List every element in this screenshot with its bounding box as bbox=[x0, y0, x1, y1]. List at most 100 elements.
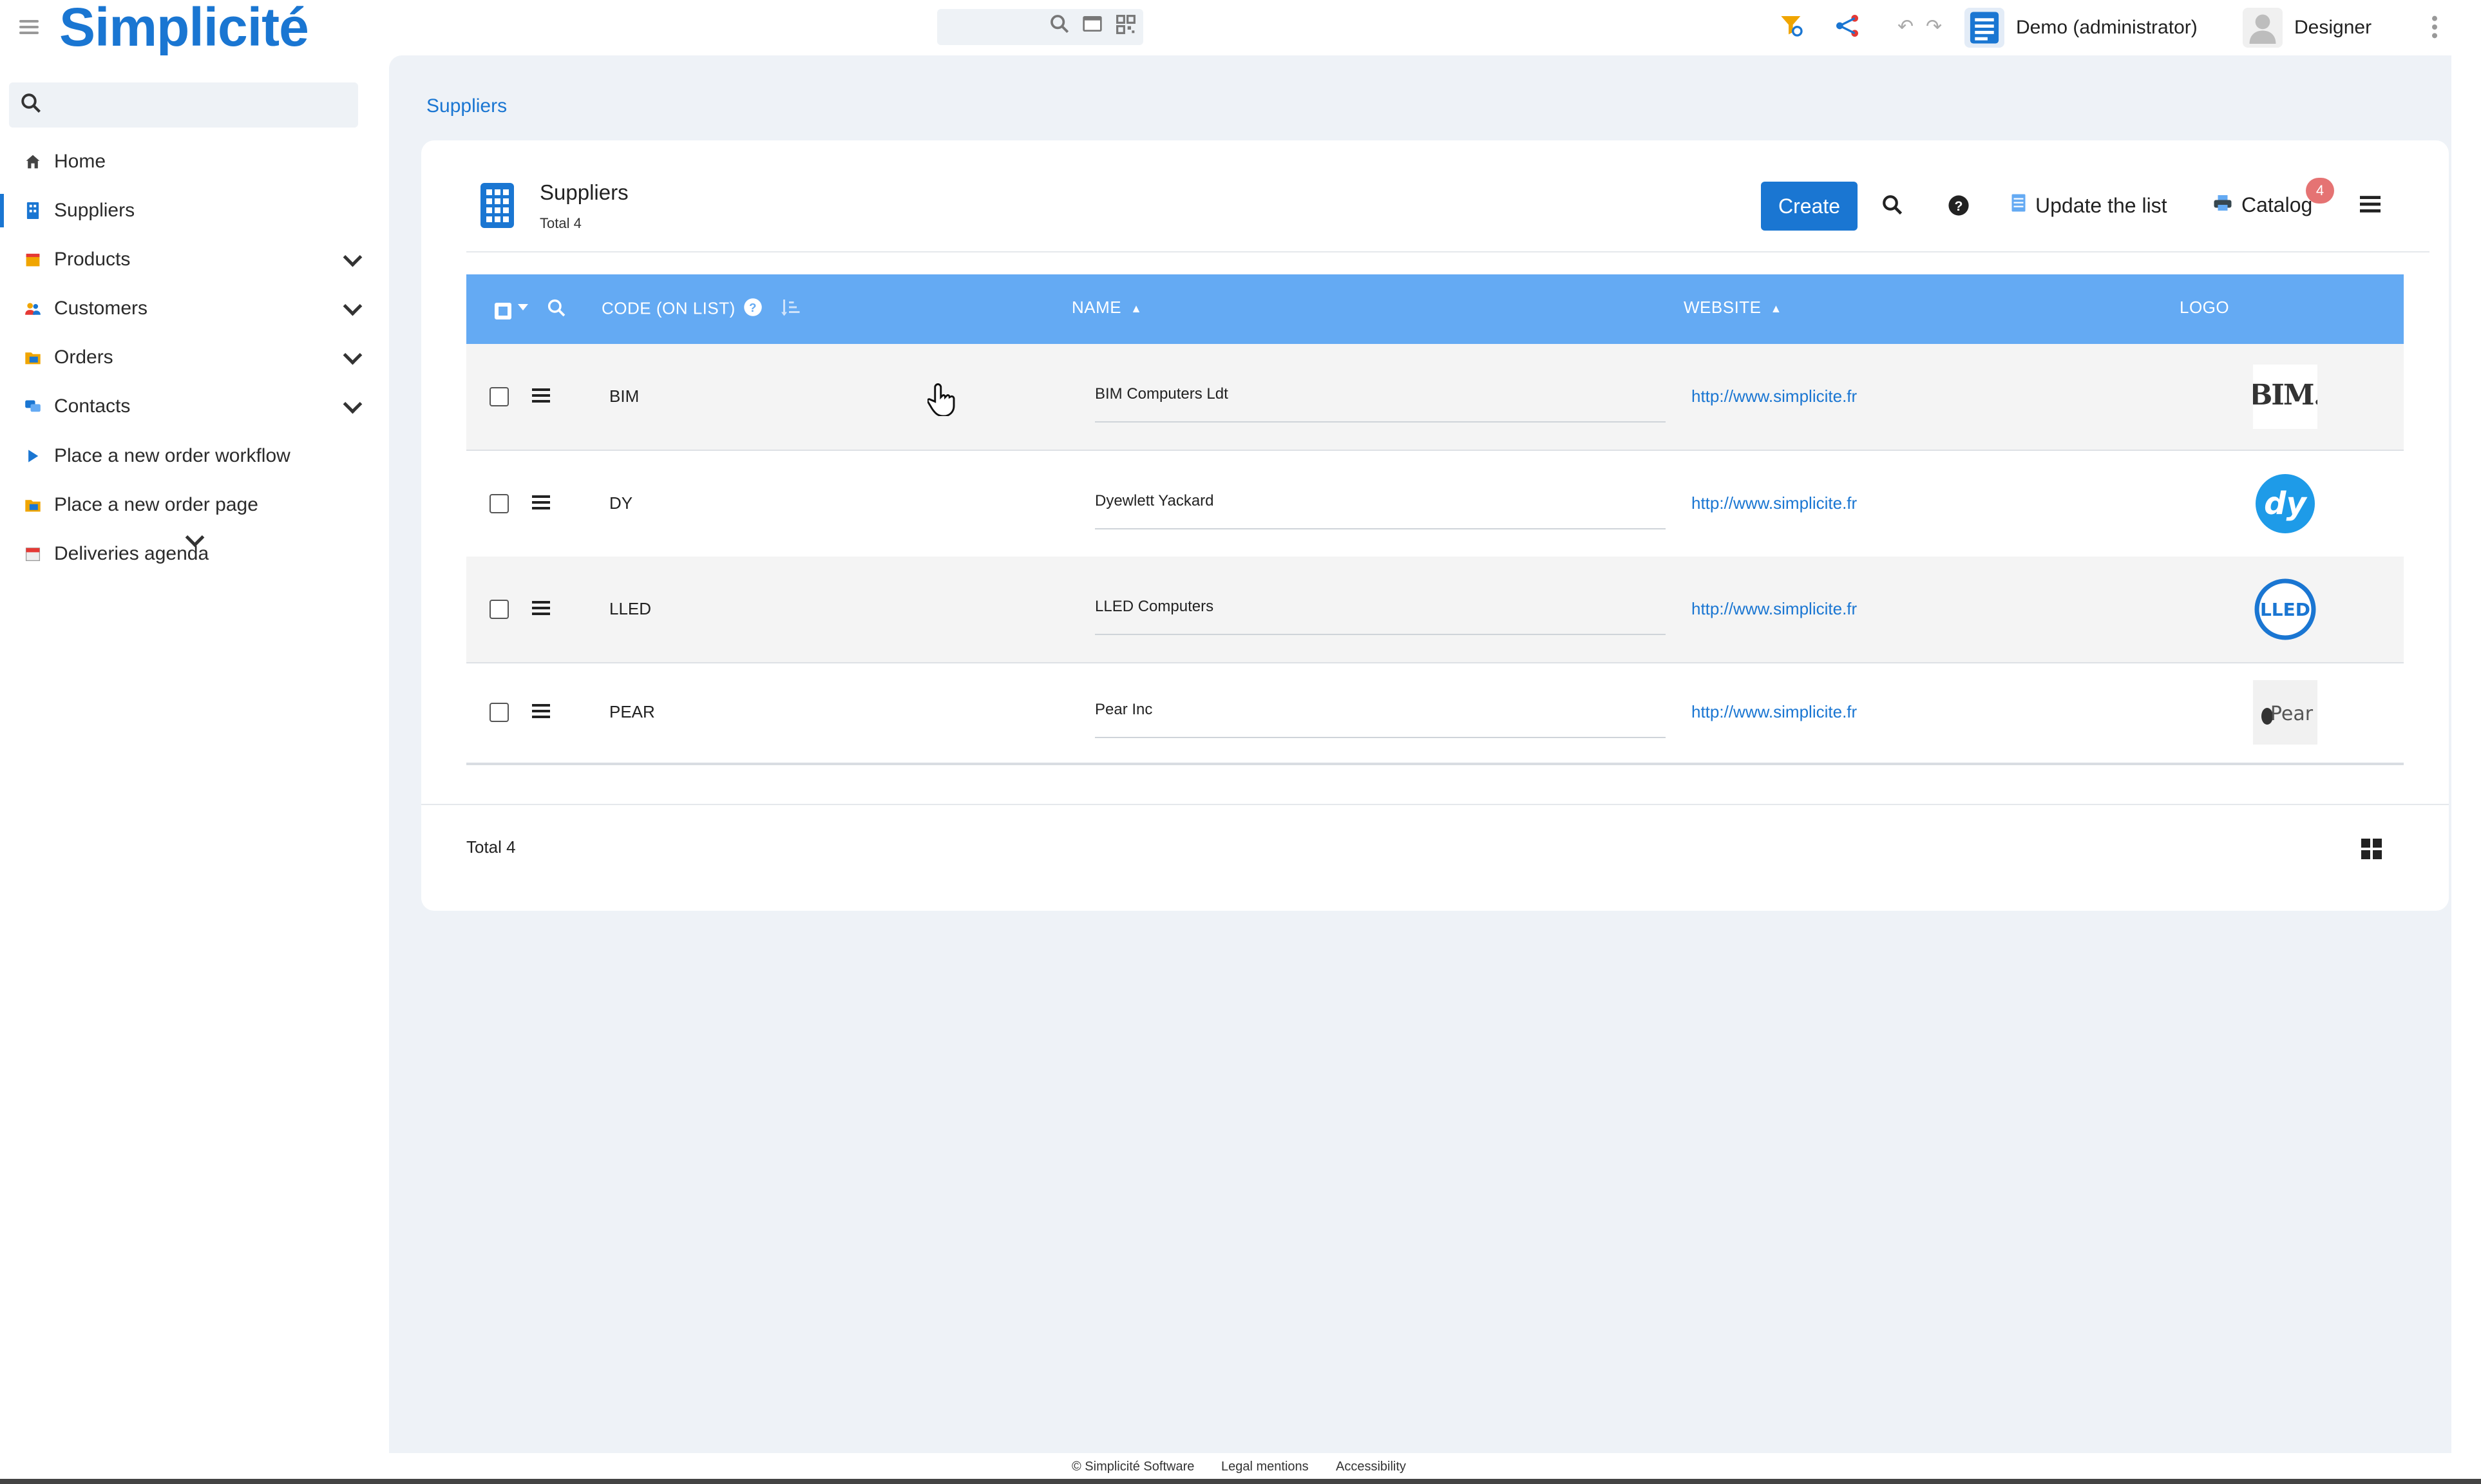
cell-logo-image[interactable]: BIM. bbox=[2253, 365, 2317, 429]
share-icon[interactable] bbox=[1834, 13, 1860, 44]
cell-name[interactable]: Pear Inc bbox=[1095, 701, 1666, 738]
sidebar-item-label: Deliveries agenda bbox=[54, 543, 209, 564]
cell-code[interactable]: PEAR bbox=[609, 702, 655, 722]
cell-code[interactable]: LLED bbox=[609, 599, 651, 619]
sidebar-item-products[interactable]: Products bbox=[0, 236, 380, 283]
search-icon[interactable] bbox=[1881, 193, 1904, 216]
divider bbox=[421, 804, 2449, 805]
cell-website-link[interactable]: http://www.simplicite.fr bbox=[1691, 493, 1857, 513]
column-code[interactable]: CODE (ON LIST) ? bbox=[602, 298, 802, 321]
scope-icon bbox=[1964, 8, 2004, 48]
row-checkbox[interactable] bbox=[490, 600, 509, 619]
update-list-button[interactable]: Update the list bbox=[2011, 193, 2167, 218]
column-website[interactable]: WEBSITE ▲ bbox=[1684, 298, 1782, 318]
help-icon[interactable]: ? bbox=[1948, 195, 1970, 216]
column-name[interactable]: NAME ▲ bbox=[1072, 298, 1142, 318]
menu-search-input[interactable] bbox=[9, 82, 358, 128]
help-icon[interactable]: ? bbox=[743, 298, 763, 321]
user-menu[interactable]: Designer bbox=[2243, 6, 2372, 49]
breadcrumb[interactable]: Suppliers bbox=[426, 95, 507, 117]
grid-view-icon[interactable] bbox=[2361, 839, 2382, 859]
play-icon bbox=[24, 448, 41, 464]
table-header: CODE (ON LIST) ? NAME ▲ WEBSITE ▲ LOGO bbox=[466, 274, 2404, 344]
row-menu-icon[interactable] bbox=[532, 598, 550, 618]
chevron-down-icon[interactable] bbox=[343, 247, 363, 267]
list-icon bbox=[2011, 193, 2026, 218]
list-menu-icon[interactable] bbox=[2360, 195, 2381, 214]
select-all-checkbox[interactable] bbox=[495, 303, 511, 319]
sidebar-item-place-a-new-order-page[interactable]: Place a new order page bbox=[0, 482, 380, 528]
row-menu-icon[interactable] bbox=[532, 385, 550, 406]
cell-website-link[interactable]: http://www.simplicite.fr bbox=[1691, 599, 1857, 619]
sidebar-item-customers[interactable]: Customers bbox=[0, 285, 380, 332]
copyright-text: © Simplicité Software bbox=[1072, 1460, 1195, 1474]
cell-code[interactable]: DY bbox=[609, 493, 632, 513]
building-icon bbox=[24, 202, 41, 219]
global-search-input[interactable] bbox=[937, 9, 1143, 45]
cell-name[interactable]: LLED Computers bbox=[1095, 598, 1666, 635]
sidebar-item-suppliers[interactable]: Suppliers bbox=[0, 187, 380, 234]
table-row[interactable]: PEAR Pear Inc http://www.simplicite.fr Pear bbox=[466, 662, 2404, 763]
search-icon bbox=[19, 91, 43, 120]
sidebar-item-label: Home bbox=[54, 151, 106, 172]
list-total: Total 4 bbox=[540, 215, 582, 231]
caret-down-icon[interactable] bbox=[518, 304, 528, 310]
avatar bbox=[2243, 8, 2283, 48]
create-button[interactable]: Create bbox=[1761, 182, 1858, 231]
sort-ascending-icon[interactable] bbox=[780, 298, 802, 321]
sidebar-item-orders[interactable]: Orders bbox=[0, 334, 380, 381]
qrcode-icon[interactable] bbox=[1116, 14, 1136, 41]
scope-label: Demo (administrator) bbox=[2016, 17, 2198, 38]
chevron-down-icon[interactable] bbox=[343, 296, 363, 316]
sidebar-item-label: Customers bbox=[54, 298, 148, 319]
sidebar-item-place-a-new-order-workflow[interactable]: Place a new order workflow bbox=[0, 433, 380, 479]
svg-text:dy: dy bbox=[2264, 486, 2307, 522]
row-checkbox[interactable] bbox=[490, 387, 509, 406]
sort-icon[interactable]: ▲ bbox=[1130, 302, 1142, 316]
cell-website-link[interactable]: http://www.simplicite.fr bbox=[1691, 702, 1857, 722]
sidebar-item-home[interactable]: Home bbox=[0, 138, 380, 185]
cell-logo-image[interactable]: dy bbox=[2253, 471, 2317, 536]
catalog-button[interactable]: Catalog bbox=[2213, 193, 2312, 217]
chevron-down-icon[interactable] bbox=[343, 394, 363, 414]
table-row[interactable]: LLED LLED Computers http://www.simplicite.… bbox=[466, 556, 2404, 662]
sidebar-item-label: Products bbox=[54, 249, 131, 270]
sort-icon[interactable]: ▲ bbox=[1771, 302, 1782, 316]
cell-name[interactable]: BIM Computers Ldt bbox=[1095, 385, 1666, 423]
printer-icon bbox=[2213, 193, 2232, 217]
cell-code[interactable]: BIM bbox=[609, 386, 639, 406]
footer-total: Total 4 bbox=[466, 837, 516, 857]
chat-icon bbox=[24, 398, 41, 415]
chevron-down-icon[interactable] bbox=[343, 345, 363, 365]
table-row[interactable]: DY Dyewlett Yackard http://www.simplicite.… bbox=[466, 451, 2404, 556]
table-row[interactable]: BIM BIM Computers Ldt http://www.simplicit… bbox=[466, 344, 2404, 450]
svg-text:?: ? bbox=[748, 301, 756, 314]
display-mode-icon[interactable] bbox=[1082, 14, 1103, 39]
menu-toggle-icon[interactable] bbox=[19, 17, 39, 36]
row-checkbox[interactable] bbox=[490, 494, 509, 513]
sidebar-item-label: Place a new order page bbox=[54, 494, 258, 515]
more-vertical-icon[interactable] bbox=[2428, 14, 2441, 46]
calendar-icon bbox=[24, 546, 41, 562]
row-checkbox[interactable] bbox=[490, 703, 509, 722]
accessibility-link[interactable]: Accessibility bbox=[1336, 1460, 1406, 1474]
cell-logo-image[interactable]: LLED bbox=[2253, 577, 2317, 642]
cell-website-link[interactable]: http://www.simplicite.fr bbox=[1691, 386, 1857, 406]
filter-search-icon[interactable] bbox=[1779, 13, 1805, 44]
folder-icon bbox=[24, 497, 41, 513]
app-logo[interactable]: Simplicité bbox=[59, 0, 309, 59]
search-icon[interactable] bbox=[1049, 13, 1070, 41]
row-menu-icon[interactable] bbox=[532, 701, 550, 721]
table-bottom-border bbox=[466, 763, 2404, 765]
sidebar-item-contacts[interactable]: Contacts bbox=[0, 383, 380, 430]
svg-text:Pear: Pear bbox=[2270, 703, 2314, 725]
scope-selector[interactable]: Demo (administrator) bbox=[1964, 6, 2198, 49]
row-menu-icon[interactable] bbox=[532, 492, 550, 513]
cell-logo-image[interactable]: Pear bbox=[2253, 680, 2317, 745]
column-search-icon[interactable] bbox=[546, 298, 567, 321]
cell-name[interactable]: Dyewlett Yackard bbox=[1095, 492, 1666, 529]
sidebar-item-label: Suppliers bbox=[54, 200, 135, 221]
undo-icon[interactable]: ↶ bbox=[1897, 15, 1914, 38]
redo-icon[interactable]: ↷ bbox=[1926, 15, 1942, 38]
legal-mentions-link[interactable]: Legal mentions bbox=[1221, 1460, 1309, 1474]
